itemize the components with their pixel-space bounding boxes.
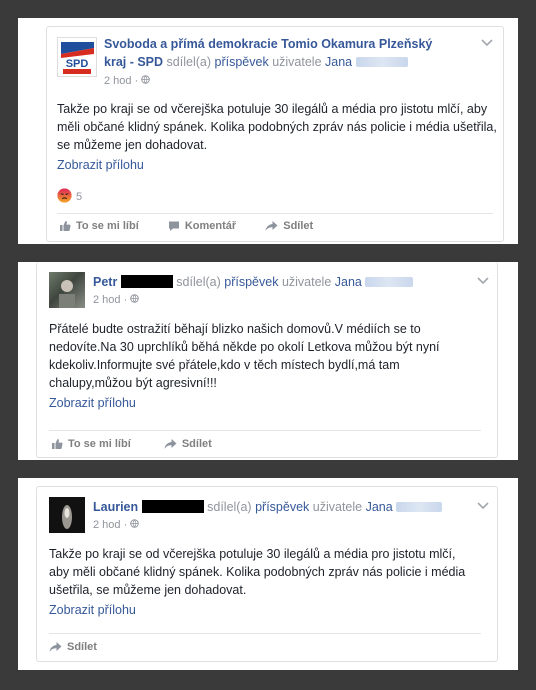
post-link[interactable]: příspěvek — [215, 55, 269, 69]
redaction-bar — [141, 500, 204, 513]
action-bar: To se mi líbí Sdílet — [51, 438, 238, 453]
actions-divider — [57, 213, 493, 214]
action-bar: To se mi líbí Komentář Sdílet — [59, 220, 339, 235]
globe-icon — [130, 519, 140, 531]
post-link[interactable]: příspěvek — [224, 275, 278, 289]
like-label: To se mi líbí — [68, 438, 131, 450]
author-name-link[interactable]: Petr — [93, 275, 117, 289]
timestamp[interactable]: 2 hod — [93, 294, 121, 306]
user-name-link[interactable]: Jana — [335, 275, 362, 289]
post-meta: 2 hod · — [93, 519, 140, 531]
comment-label: Komentář — [184, 220, 237, 232]
reaction-count: 5 — [76, 191, 83, 203]
timestamp[interactable]: 2 hod — [93, 519, 121, 531]
meta-separator: · — [123, 294, 128, 306]
post-link[interactable]: příspěvek — [255, 500, 309, 514]
share-label: Sdílet — [67, 641, 97, 653]
share-label: Sdílet — [283, 220, 314, 232]
post-body: Takže po kraji se od včerejška potuluje … — [57, 102, 497, 152]
share-button[interactable]: Sdílet — [164, 438, 212, 450]
thumbs-up-icon — [60, 221, 71, 231]
thumbs-up-icon — [52, 439, 63, 449]
post-meta: 2 hod · — [93, 294, 140, 306]
shared-text: sdílel(a) — [207, 500, 252, 514]
view-attachment-link[interactable]: Zobrazit přílohu — [49, 603, 136, 617]
user-name-link[interactable]: Jana — [366, 500, 393, 514]
comment-button[interactable]: Komentář — [168, 220, 236, 232]
blurred-surname — [355, 57, 408, 67]
spd-logo-avatar[interactable]: SPD — [57, 37, 97, 77]
author-name-link[interactable]: Laurien — [93, 500, 138, 514]
chevron-down-icon[interactable] — [481, 36, 493, 50]
post-card-3: Laurien sdílel(a) příspěvek uživatele Ja… — [36, 486, 498, 662]
chevron-down-icon[interactable] — [477, 499, 489, 513]
post-body: Takže po kraji se od včerejška potuluje … — [49, 547, 466, 597]
post-body: Přátelé budte ostražití běhají blizko na… — [49, 322, 440, 390]
user-name-link[interactable]: Jana — [325, 55, 352, 69]
redaction-bar — [120, 275, 173, 288]
share-label: Sdílet — [181, 438, 212, 450]
angry-reaction-icon — [57, 188, 72, 206]
actions-divider — [49, 430, 481, 431]
post-card-2: Petr sdílel(a) příspěvek uživatele Jana … — [36, 262, 498, 458]
user-prefix: uživatele — [281, 275, 332, 289]
shared-text: sdílel(a) — [166, 55, 212, 69]
share-arrow-icon — [265, 221, 278, 231]
share-button[interactable]: Sdílet — [49, 641, 97, 653]
page-name-link[interactable]: Svoboda a přímá demokracie Tomio Okamura… — [104, 37, 432, 51]
view-attachment-link[interactable]: Zobrazit přílohu — [49, 396, 136, 410]
action-bar: Sdílet — [49, 641, 123, 656]
post-meta: 2 hod · — [104, 75, 151, 87]
user-prefix: uživatele — [272, 55, 322, 69]
post-header-line1: Petr sdílel(a) příspěvek uživatele Jana — [93, 274, 414, 291]
page-name-link-cont[interactable]: kraj - SPD — [104, 55, 163, 69]
like-button[interactable]: To se mi líbí — [59, 220, 139, 232]
author-avatar[interactable] — [49, 497, 85, 533]
user-prefix: uživatele — [312, 500, 363, 514]
post-header-line2: kraj - SPD sdílel(a) příspěvek uživatele… — [104, 54, 408, 71]
share-button[interactable]: Sdílet — [265, 220, 313, 232]
chevron-down-icon[interactable] — [477, 274, 489, 288]
post-header-line1: Svoboda a přímá demokracie Tomio Okamura… — [104, 36, 432, 53]
shared-text: sdílel(a) — [176, 275, 221, 289]
share-arrow-icon — [164, 439, 177, 449]
svg-text:SPD: SPD — [66, 58, 89, 70]
like-button[interactable]: To se mi líbí — [51, 438, 131, 450]
meta-separator: · — [123, 519, 128, 531]
blurred-surname — [396, 502, 443, 512]
meta-separator: · — [134, 75, 139, 87]
post-card-1: SPD Svoboda a přímá demokracie Tomio Oka… — [46, 26, 504, 242]
globe-icon — [141, 75, 151, 87]
like-label: To se mi líbí — [76, 220, 139, 232]
comment-icon — [168, 221, 179, 231]
timestamp[interactable]: 2 hod — [104, 75, 132, 87]
post-header-line1: Laurien sdílel(a) příspěvek uživatele Ja… — [93, 499, 443, 516]
actions-divider — [49, 633, 481, 634]
share-arrow-icon — [49, 642, 62, 652]
blurred-surname — [365, 277, 414, 287]
reactions-summary[interactable]: 5 — [57, 188, 82, 206]
author-avatar[interactable] — [49, 272, 85, 308]
view-attachment-link[interactable]: Zobrazit přílohu — [57, 158, 144, 172]
globe-icon — [130, 294, 140, 306]
